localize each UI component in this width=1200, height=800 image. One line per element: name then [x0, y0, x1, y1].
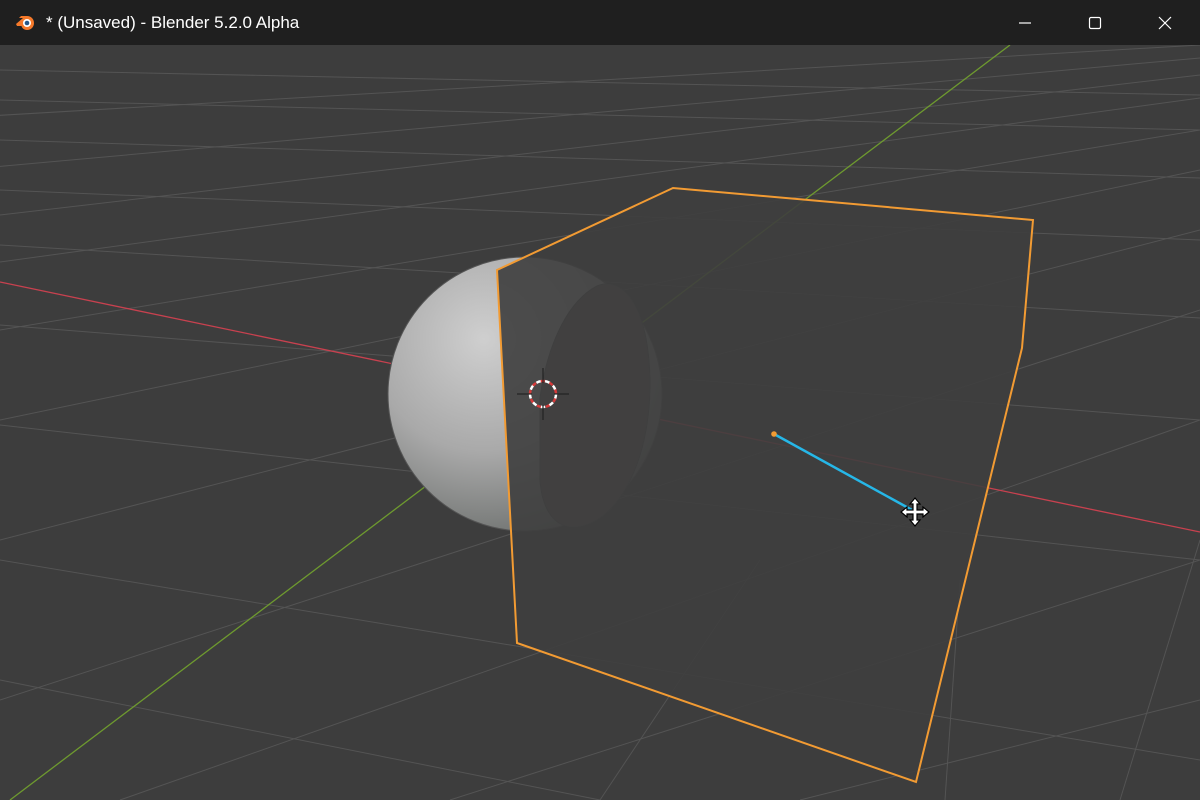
minimize-icon — [1019, 21, 1031, 24]
close-button[interactable] — [1130, 0, 1200, 45]
close-icon — [1158, 16, 1172, 29]
blender-window: * (Unsaved) - Blender 5.2.0 Alpha — [0, 0, 1200, 800]
window-controls — [990, 0, 1200, 45]
3d-viewport[interactable] — [0, 45, 1200, 800]
maximize-button[interactable] — [1060, 0, 1130, 45]
blender-logo-icon — [13, 11, 37, 35]
window-title: * (Unsaved) - Blender 5.2.0 Alpha — [46, 12, 300, 32]
viewport-canvas[interactable] — [0, 45, 1200, 800]
maximize-icon — [1088, 16, 1102, 29]
minimize-button[interactable] — [990, 0, 1060, 45]
title-bar[interactable]: * (Unsaved) - Blender 5.2.0 Alpha — [0, 0, 1200, 45]
